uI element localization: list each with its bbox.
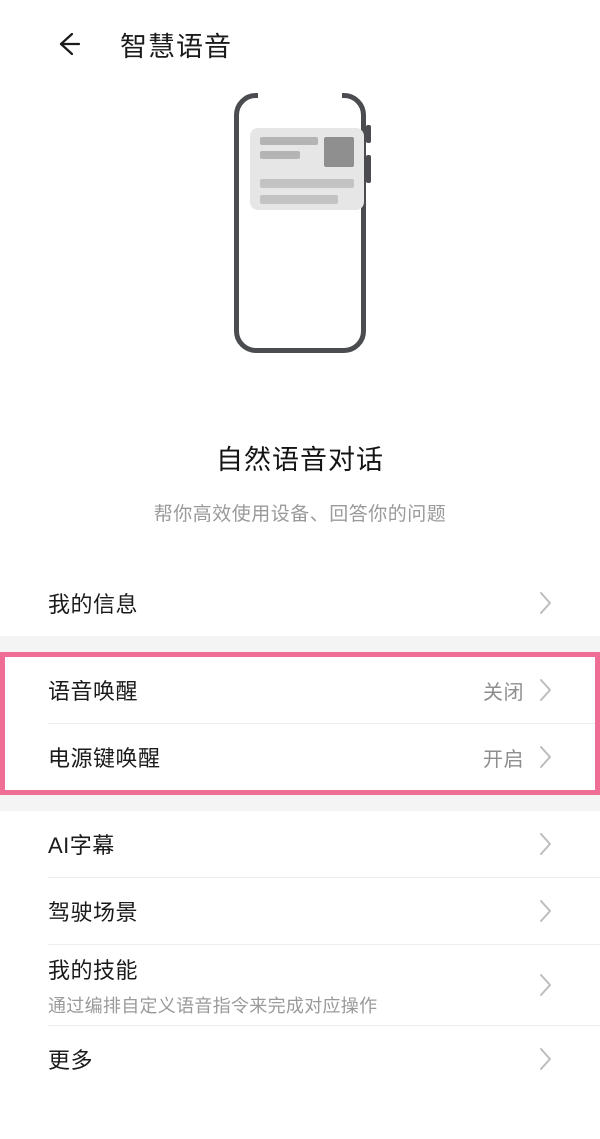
list-item-label: 我的技能 (48, 957, 139, 983)
smart-voice-settings-screen: 智慧语音 自然语音对话 帮你高效使用设备、回答你的问题 我的信息 语音唤醒 关闭… (0, 0, 600, 1139)
list-item-my-info[interactable]: 我的信息 (0, 570, 600, 636)
chevron-right-icon (540, 900, 551, 922)
list-item-label: 我的信息 (48, 592, 139, 617)
list-item-label: 电源键唤醒 (48, 746, 161, 771)
list-item-value: 关闭 (483, 681, 524, 704)
message-card (250, 128, 364, 210)
hero-illustration (0, 88, 600, 438)
phone-side-button-lower (366, 155, 371, 183)
back-button[interactable] (46, 21, 92, 67)
placeholder-bar (260, 151, 300, 159)
page-header: 智慧语音 (0, 0, 600, 88)
section-separator (0, 795, 600, 811)
list-item-text: 驾驶场景 (48, 895, 138, 927)
chevron-right-icon (540, 746, 551, 768)
list-item-description: 通过编排自定义语音指令来完成对应操作 (48, 995, 378, 1016)
list-item-accessory (538, 971, 554, 999)
list-item-power-key-wakeup[interactable]: 电源键唤醒 开启 (5, 724, 595, 790)
list-item-accessory: 关闭 (483, 676, 554, 705)
placeholder-bar (260, 137, 318, 145)
chevron-right-icon (540, 833, 551, 855)
list-item-voice-wakeup[interactable]: 语音唤醒 关闭 (5, 657, 595, 723)
list-item-driving-mode[interactable]: 驾驶场景 (0, 878, 600, 944)
intro-title: 自然语音对话 (216, 445, 384, 475)
message-card-top (260, 137, 354, 167)
phone-illustration (234, 89, 371, 353)
list-item-more[interactable]: 更多 (0, 1026, 600, 1092)
list-item-label: AI字幕 (48, 833, 115, 858)
list-item-label: 语音唤醒 (48, 679, 139, 704)
settings-list: 我的信息 语音唤醒 关闭 电源键唤醒 开启 AI字幕 驾驶场景 我的技能 通过编… (0, 570, 600, 1092)
phone-top-gap (258, 89, 342, 99)
page-title: 智慧语音 (120, 31, 232, 62)
intro-subtitle: 帮你高效使用设备、回答你的问题 (153, 504, 447, 525)
list-item-text: 更多 (48, 1043, 93, 1075)
list-item-accessory: 开启 (483, 743, 554, 772)
list-item-label: 更多 (48, 1048, 94, 1073)
intro-block: 自然语音对话 帮你高效使用设备、回答你的问题 (0, 438, 600, 526)
message-card-text-lines (260, 137, 318, 167)
list-item-accessory (538, 589, 554, 617)
list-item-accessory (538, 897, 554, 925)
list-item-value: 开启 (483, 748, 524, 771)
list-item-accessory (538, 1045, 554, 1073)
chevron-right-icon (540, 974, 551, 996)
chevron-right-icon (540, 592, 551, 614)
list-item-my-skills[interactable]: 我的技能 通过编排自定义语音指令来完成对应操作 (0, 945, 600, 1025)
list-item-text: 我的信息 (48, 587, 138, 619)
placeholder-bar (260, 179, 354, 188)
list-item-label: 驾驶场景 (48, 900, 139, 925)
message-card-thumbnail (324, 137, 354, 167)
placeholder-bar (260, 195, 338, 204)
highlighted-section: 语音唤醒 关闭 电源键唤醒 开启 (0, 652, 600, 795)
section-separator (0, 636, 600, 652)
list-item-ai-subtitles[interactable]: AI字幕 (0, 811, 600, 877)
list-item-text: 语音唤醒 (48, 674, 138, 706)
chevron-right-icon (540, 679, 551, 701)
list-item-accessory (538, 830, 554, 858)
phone-side-button-upper (366, 125, 371, 143)
back-arrow-icon (59, 32, 81, 56)
list-item-text: 我的技能 通过编排自定义语音指令来完成对应操作 (48, 953, 377, 1018)
chevron-right-icon (540, 1048, 551, 1070)
list-item-text: 电源键唤醒 (48, 741, 161, 773)
list-item-text: AI字幕 (48, 828, 115, 860)
